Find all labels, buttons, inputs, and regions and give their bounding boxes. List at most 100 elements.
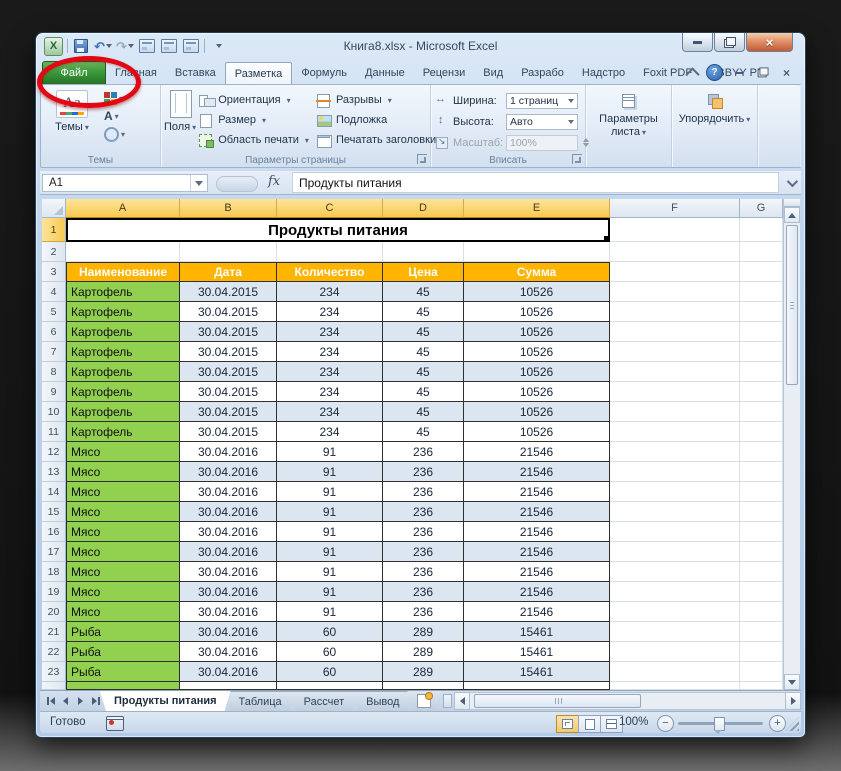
cell-name-14[interactable]: Мясо: [66, 482, 180, 502]
row-header-18[interactable]: 18: [42, 562, 66, 582]
size-button[interactable]: Размер: [196, 110, 314, 130]
workbook-restore-button[interactable]: [754, 66, 771, 80]
cell-name-20[interactable]: Мясо: [66, 602, 180, 622]
horizontal-scroll-track[interactable]: [470, 692, 785, 710]
cell-g19[interactable]: [740, 582, 783, 602]
cell-g3[interactable]: [740, 262, 783, 282]
column-header-D[interactable]: D: [383, 199, 464, 218]
breaks-button[interactable]: Разрывы: [314, 90, 441, 110]
cell-name-6[interactable]: Картофель: [66, 322, 180, 342]
cell-qty-15[interactable]: 91: [277, 502, 383, 522]
row-header-19[interactable]: 19: [42, 582, 66, 602]
row-header-3[interactable]: 3: [42, 262, 66, 282]
cell-date-23[interactable]: 30.04.2016: [180, 662, 277, 682]
tab-area-splitter[interactable]: [443, 694, 452, 708]
undo-button[interactable]: ↶: [94, 38, 112, 54]
cell-g10[interactable]: [740, 402, 783, 422]
cell-g2[interactable]: [740, 242, 783, 262]
cell-f7[interactable]: [610, 342, 740, 362]
cell-date-15[interactable]: 30.04.2016: [180, 502, 277, 522]
page-setup-dialog-launcher[interactable]: [417, 154, 427, 164]
cell-sum-22[interactable]: 15461: [464, 642, 610, 662]
cell-name-5[interactable]: Картофель: [66, 302, 180, 322]
row-header-22[interactable]: 22: [42, 642, 66, 662]
cell-price-4[interactable]: 45: [383, 282, 464, 302]
workbook-close-button[interactable]: ×: [778, 66, 795, 80]
formula-input[interactable]: Продукты питания: [292, 172, 779, 193]
cell-sum-23[interactable]: 15461: [464, 662, 610, 682]
restore-button[interactable]: [714, 33, 745, 52]
form-button[interactable]: [160, 38, 178, 54]
cell-f14[interactable]: [610, 482, 740, 502]
cell-f16[interactable]: [610, 522, 740, 542]
row-header-24[interactable]: [42, 682, 66, 690]
column-header-E[interactable]: E: [464, 199, 610, 218]
cell-qty-18[interactable]: 91: [277, 562, 383, 582]
cell-name-9[interactable]: Картофель: [66, 382, 180, 402]
cell-a2[interactable]: [66, 242, 180, 262]
cell-name-23[interactable]: Рыба: [66, 662, 180, 682]
ribbon-tab-8[interactable]: Разрабо: [512, 62, 573, 83]
cell-name-12[interactable]: Мясо: [66, 442, 180, 462]
cell-name-4[interactable]: Картофель: [66, 282, 180, 302]
normal-view-button[interactable]: [556, 715, 579, 733]
page-layout-view-button[interactable]: [578, 715, 601, 733]
cell-price-5[interactable]: 45: [383, 302, 464, 322]
cell-price-22[interactable]: 289: [383, 642, 464, 662]
cell-date-21[interactable]: 30.04.2016: [180, 622, 277, 642]
column-header-B[interactable]: B: [180, 199, 277, 218]
cell-price-21[interactable]: 289: [383, 622, 464, 642]
cell-name-7[interactable]: Картофель: [66, 342, 180, 362]
expand-formula-bar-button[interactable]: [784, 177, 798, 189]
cell-price-12[interactable]: 236: [383, 442, 464, 462]
cell-g14[interactable]: [740, 482, 783, 502]
cell-sum-10[interactable]: 10526: [464, 402, 610, 422]
sheet-tab-3[interactable]: Рассчет: [290, 691, 359, 711]
cell-date-14[interactable]: 30.04.2016: [180, 482, 277, 502]
zoom-slider-track[interactable]: [678, 722, 763, 725]
cell-sum-13[interactable]: 21546: [464, 462, 610, 482]
cell-price-11[interactable]: 45: [383, 422, 464, 442]
sheet-options-button[interactable]: Параметры листа: [593, 88, 665, 138]
scroll-down-button[interactable]: [784, 674, 800, 690]
cell-g13[interactable]: [740, 462, 783, 482]
cell-price-7[interactable]: 45: [383, 342, 464, 362]
cell-date-6[interactable]: 30.04.2015: [180, 322, 277, 342]
table-header-3[interactable]: Количество: [277, 262, 383, 282]
excel-logo-icon[interactable]: X: [44, 37, 63, 56]
cell-sum-16[interactable]: 21546: [464, 522, 610, 542]
cell-sum-19[interactable]: 21546: [464, 582, 610, 602]
cell-g12[interactable]: [740, 442, 783, 462]
vertical-split-handle[interactable]: [784, 199, 800, 207]
row-header-16[interactable]: 16: [42, 522, 66, 542]
minimize-button[interactable]: [682, 33, 713, 52]
row-header-6[interactable]: 6: [42, 322, 66, 342]
cell-g16[interactable]: [740, 522, 783, 542]
cell-f17[interactable]: [610, 542, 740, 562]
ribbon-tab-7[interactable]: Вид: [474, 62, 512, 83]
cell-price-24[interactable]: [383, 682, 464, 690]
cell-qty-21[interactable]: 60: [277, 622, 383, 642]
column-header-F[interactable]: F: [610, 199, 740, 218]
arrange-button[interactable]: Упорядочить: [677, 88, 753, 126]
horizontal-scroll-thumb[interactable]: [474, 694, 641, 708]
table-header-2[interactable]: Дата: [180, 262, 277, 282]
row-header-8[interactable]: 8: [42, 362, 66, 382]
next-sheet-button[interactable]: [74, 694, 87, 709]
column-header-A[interactable]: A: [66, 199, 180, 218]
redo-button[interactable]: ↷: [116, 38, 134, 54]
cell-name-13[interactable]: Мясо: [66, 462, 180, 482]
cell-qty-20[interactable]: 91: [277, 602, 383, 622]
cell-name-17[interactable]: Мясо: [66, 542, 180, 562]
cell-f2[interactable]: [610, 242, 740, 262]
row-header-11[interactable]: 11: [42, 422, 66, 442]
cell-g21[interactable]: [740, 622, 783, 642]
cell-name-11[interactable]: Картофель: [66, 422, 180, 442]
sheet-tab-4[interactable]: Вывод: [352, 691, 413, 711]
cell-g17[interactable]: [740, 542, 783, 562]
cell-qty-11[interactable]: 234: [277, 422, 383, 442]
cell-date-11[interactable]: 30.04.2015: [180, 422, 277, 442]
cell-price-13[interactable]: 236: [383, 462, 464, 482]
scroll-up-button[interactable]: [784, 207, 800, 223]
cell-name-15[interactable]: Мясо: [66, 502, 180, 522]
